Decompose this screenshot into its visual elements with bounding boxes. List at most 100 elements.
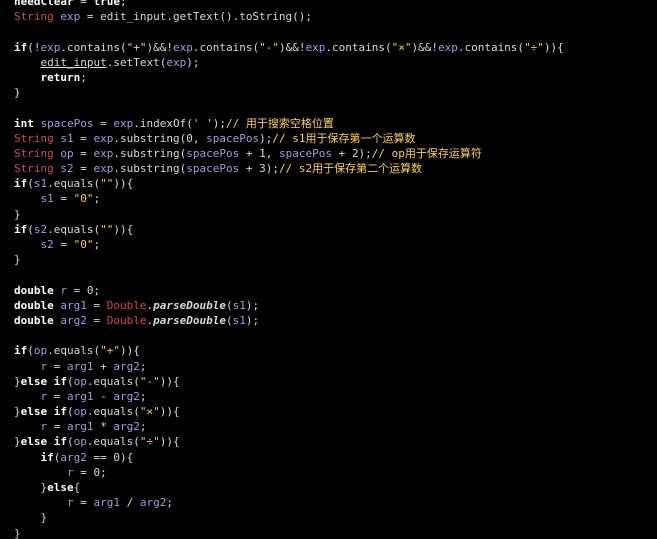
code-line: r = arg1 * arg2; xyxy=(14,419,564,434)
code-line: } xyxy=(14,510,564,525)
code-token: ); xyxy=(265,162,279,176)
code-token: .equals( xyxy=(86,374,140,388)
code-token: 3 xyxy=(259,162,266,176)
code-line: String s1 = exp.substring(0, spacePos);/… xyxy=(14,131,564,146)
code-token: )){ xyxy=(159,435,180,449)
code-token: )){ xyxy=(113,222,134,236)
code-token: exp xyxy=(305,40,326,54)
code-token: exp xyxy=(437,40,458,54)
code-token: = xyxy=(67,283,87,297)
code-line: }else if(op.equals("×")){ xyxy=(14,404,564,419)
code-token: = xyxy=(73,0,94,8)
code-line: s1 = "0"; xyxy=(14,191,564,206)
code-token: if xyxy=(14,222,28,236)
code-line: r = 0; xyxy=(14,465,564,480)
code-token: r xyxy=(60,283,67,297)
code-token: )){ xyxy=(113,177,134,191)
code-token: = xyxy=(93,116,114,130)
code-token: ; xyxy=(139,420,147,434)
code-line: double arg2 = Double.parseDouble(s1); xyxy=(14,313,564,328)
code-token: Double xyxy=(106,298,147,312)
code-token: arg1 xyxy=(67,359,94,373)
code-token: exp xyxy=(93,131,114,145)
code-token: s1 xyxy=(232,298,246,312)
code-token: .equals( xyxy=(86,405,140,419)
code-token: exp xyxy=(93,146,114,160)
code-token: double xyxy=(14,298,54,312)
code-token: "×" xyxy=(139,405,160,419)
code-token: .substring( xyxy=(113,131,187,145)
code-token: )&&! xyxy=(411,40,438,54)
code-token: spacePos xyxy=(186,146,240,160)
code-token: ( xyxy=(27,177,34,191)
code-token: == xyxy=(86,450,114,464)
code-token: ); xyxy=(245,313,260,327)
code-token: + xyxy=(239,162,260,176)
code-token: = xyxy=(53,192,74,206)
code-editor[interactable]: needClear = true; String exp = edit_input… xyxy=(0,0,657,539)
code-token: parseDouble xyxy=(153,298,226,312)
code-token: return xyxy=(40,70,81,84)
code-line: int spacePos = exp.indexOf(' ');// 用于搜索空… xyxy=(14,116,564,131)
code-token: = xyxy=(73,496,94,510)
code-token: "÷" xyxy=(524,40,544,54)
code-token: arg2 xyxy=(113,359,140,373)
code-token: = xyxy=(73,146,94,160)
code-token: } xyxy=(14,526,21,539)
code-line: }else{ xyxy=(14,480,564,495)
code-line: if(arg2 == 0){ xyxy=(14,450,564,465)
code-token: if xyxy=(40,450,54,464)
code-token: "×" xyxy=(391,40,412,54)
code-token: s2 xyxy=(60,162,74,176)
code-token: arg1 xyxy=(67,420,94,434)
code-token: op xyxy=(60,146,74,160)
code-token: arg2 xyxy=(113,420,140,434)
code-line: String exp = edit_input.getText().toStri… xyxy=(14,9,564,24)
code-token: } xyxy=(14,511,48,525)
code-token: = xyxy=(73,162,94,176)
code-line: }else if(op.equals("÷")){ xyxy=(14,434,564,449)
code-token: double xyxy=(14,283,54,297)
code-token: s2 xyxy=(40,238,54,251)
code-token: )){ xyxy=(159,405,180,419)
code-token: ; xyxy=(80,70,87,84)
code-token: exp xyxy=(113,116,134,130)
code-token: spacePos xyxy=(206,131,260,145)
code-block[interactable]: needClear = true; String exp = edit_input… xyxy=(14,0,564,539)
code-line: } xyxy=(14,526,564,539)
code-token: String xyxy=(14,162,54,176)
code-line: r = arg1 - arg2; xyxy=(14,389,564,404)
code-token: "+" xyxy=(100,344,120,358)
code-token: (! xyxy=(27,40,41,54)
code-token: ; xyxy=(139,359,147,373)
code-line: r = arg1 / arg2; xyxy=(14,495,564,510)
code-token: s1 xyxy=(232,313,246,327)
code-line: if(s2.equals("")){ xyxy=(14,222,564,237)
code-token: spacePos xyxy=(186,162,240,176)
code-token: "-" xyxy=(259,40,279,54)
code-token: )&&! xyxy=(278,40,306,54)
code-line: s2 = "0"; xyxy=(14,237,564,252)
code-line: } xyxy=(14,252,564,267)
code-token: // 用于搜索空格位置 xyxy=(225,116,334,130)
code-token: ( xyxy=(27,222,34,236)
code-token: else if xyxy=(20,405,67,419)
code-token: = xyxy=(47,359,67,373)
code-token: "0" xyxy=(73,238,94,251)
code-line: needClear = true; xyxy=(14,0,564,9)
code-token: , xyxy=(192,131,207,145)
code-token: // op用于保存运算符 xyxy=(371,146,482,160)
code-token: ( xyxy=(225,298,233,312)
code-token: if xyxy=(14,177,28,191)
code-token: edit_input xyxy=(40,55,107,69)
code-token: op xyxy=(33,344,48,358)
code-token: s1 xyxy=(40,192,54,206)
code-token: arg2 xyxy=(113,389,140,403)
code-token: arg2 xyxy=(139,496,167,510)
